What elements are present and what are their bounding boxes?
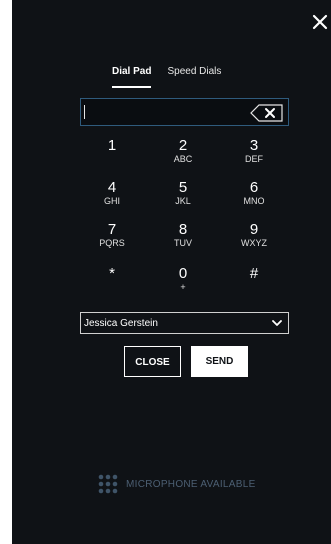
key-digit: 3 [249, 137, 259, 154]
key-9[interactable]: 9 WXYZ [224, 222, 284, 258]
send-button[interactable]: SEND [191, 346, 248, 377]
key-0[interactable]: 0 + [153, 266, 213, 302]
key-5[interactable]: 5 JKL [153, 180, 213, 216]
key-digit: 6 [249, 179, 259, 196]
dial-number-input[interactable] [80, 98, 289, 126]
key-letters: DEF [245, 154, 263, 164]
key-letters: + [180, 282, 186, 292]
key-6[interactable]: 6 MNO [224, 180, 284, 216]
key-digit: 0 [178, 265, 188, 282]
key-digit: * [109, 265, 115, 282]
key-letters: TUV [174, 238, 192, 248]
chevron-down-icon [272, 320, 282, 326]
key-3[interactable]: 3 DEF [224, 138, 284, 174]
close-button[interactable]: CLOSE [124, 346, 181, 377]
key-digit: 5 [178, 179, 188, 196]
key-4[interactable]: 4 GHI [82, 180, 142, 216]
tab-dial-pad[interactable]: Dial Pad [112, 66, 152, 88]
dots-grid-icon [98, 474, 118, 494]
key-digit: 4 [107, 179, 117, 196]
key-hash[interactable]: # [224, 266, 284, 302]
caller-select-value: Jessica Gerstein [84, 318, 158, 329]
key-letters: ABC [173, 154, 193, 164]
key-digit: 2 [178, 137, 188, 154]
key-digit: 7 [107, 221, 117, 238]
backspace-icon[interactable] [250, 104, 284, 122]
key-8[interactable]: 8 TUV [153, 222, 213, 258]
key-digit: # [249, 265, 259, 282]
close-icon[interactable] [310, 12, 330, 32]
tab-speed-dials[interactable]: Speed Dials [167, 66, 221, 88]
key-digit: 8 [178, 221, 188, 238]
key-letters: GHI [103, 196, 120, 206]
tab-bar: Dial Pad Speed Dials [112, 66, 221, 88]
key-digit: 1 [107, 137, 117, 154]
key-1[interactable]: 1 [82, 138, 142, 174]
key-7[interactable]: 7 PQRS [82, 222, 142, 258]
text-caret [84, 105, 85, 119]
key-letters: PQRS [99, 238, 125, 248]
dial-pad-panel: Dial Pad Speed Dials 1 2 ABC 3 DEF 4 GHI… [12, 0, 331, 544]
caller-select[interactable]: Jessica Gerstein [80, 312, 289, 334]
key-star[interactable]: * [82, 266, 142, 302]
key-2[interactable]: 2 ABC [153, 138, 213, 174]
key-letters: JKL [175, 196, 191, 206]
key-letters: WXYZ [241, 238, 267, 248]
key-letters: MNO [243, 196, 265, 206]
key-digit: 9 [249, 221, 259, 238]
microphone-status-label: MICROPHONE AVAILABLE [126, 478, 256, 490]
microphone-status: MICROPHONE AVAILABLE [98, 474, 256, 494]
